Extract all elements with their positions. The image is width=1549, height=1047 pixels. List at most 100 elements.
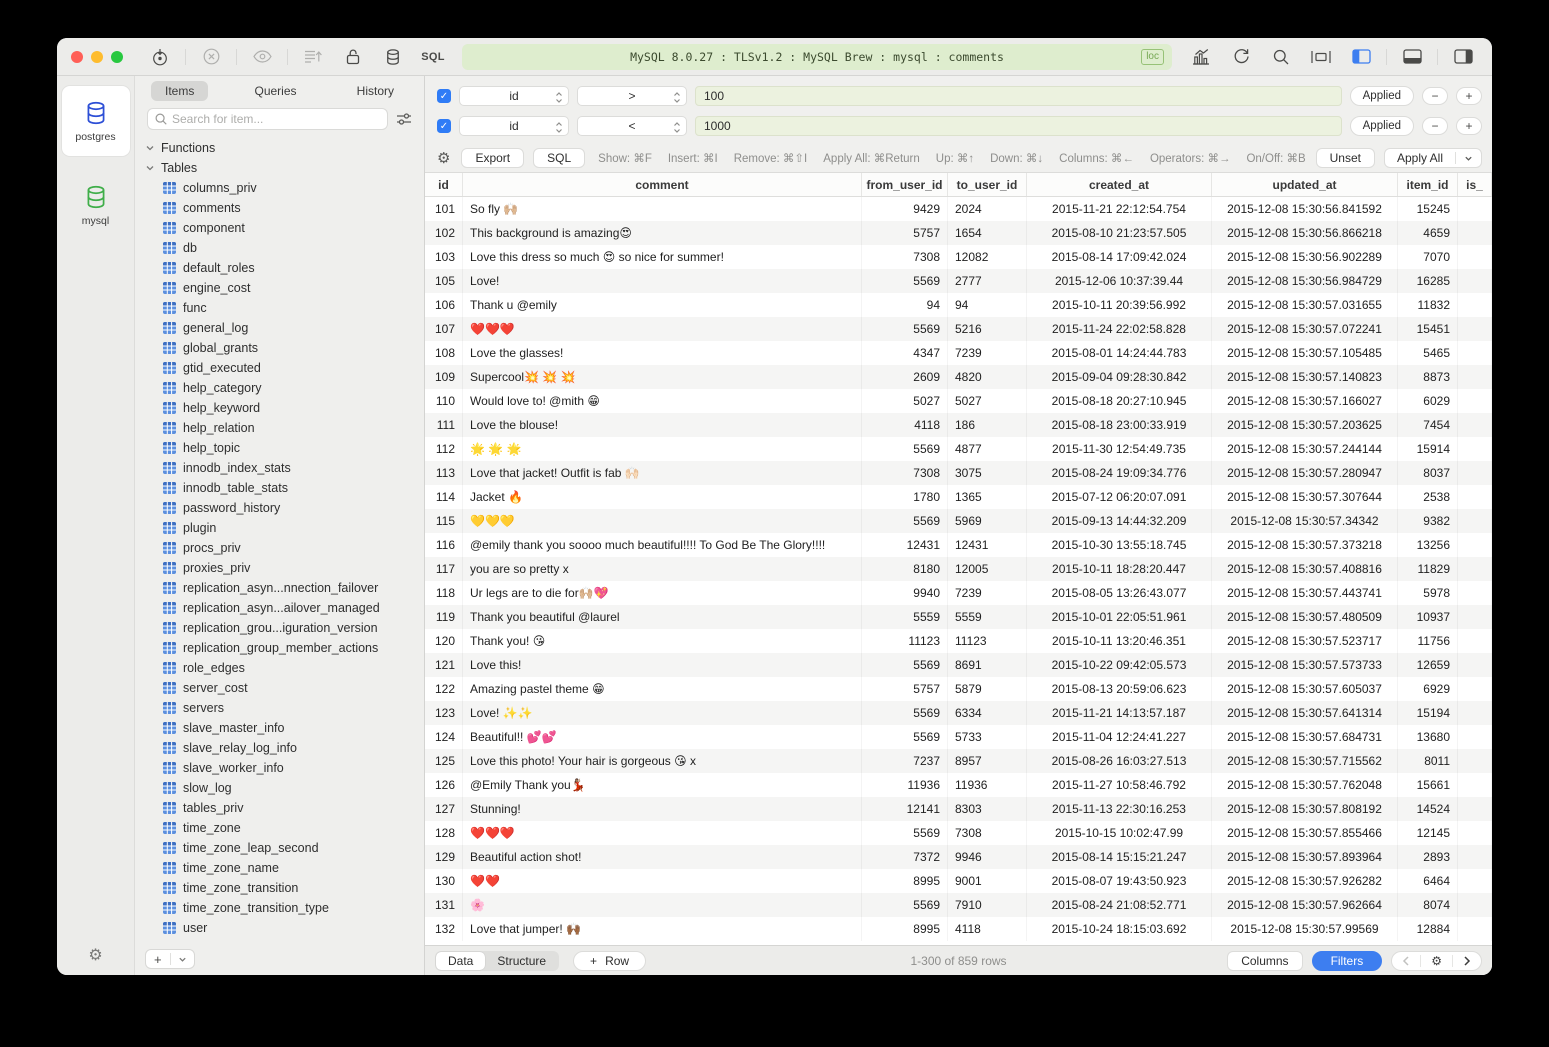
search-icon[interactable] [1266, 44, 1296, 70]
cell-from_user_id[interactable]: 9940 [862, 581, 948, 605]
sidebar-table-item-default_roles[interactable]: default_roles [135, 258, 424, 278]
remove-filter-button[interactable]: − [1422, 117, 1448, 135]
table-row[interactable]: 114Jacket 🔥178013652015-07-12 06:20:07.0… [425, 485, 1492, 509]
cell-id[interactable]: 118 [425, 581, 463, 605]
cell-to_user_id[interactable]: 1654 [948, 221, 1027, 245]
cell-id[interactable]: 109 [425, 365, 463, 389]
cell-from_user_id[interactable]: 5569 [862, 821, 948, 845]
cell-id[interactable]: 103 [425, 245, 463, 269]
chart-icon[interactable] [1186, 44, 1216, 70]
cell-id[interactable]: 132 [425, 917, 463, 941]
cell-created_at[interactable]: 2015-09-13 14:44:32.209 [1027, 509, 1212, 533]
cell-to_user_id[interactable]: 5559 [948, 605, 1027, 629]
cell-created_at[interactable]: 2015-10-11 18:28:20.447 [1027, 557, 1212, 581]
apply-all-chevron-down-icon[interactable] [1456, 154, 1481, 163]
cell-item_id[interactable]: 5465 [1398, 341, 1458, 365]
cell-from_user_id[interactable]: 7372 [862, 845, 948, 869]
sql-editor-icon[interactable]: SQL [418, 44, 448, 70]
cell-to_user_id[interactable]: 9001 [948, 869, 1027, 893]
cell-item_id[interactable]: 6464 [1398, 869, 1458, 893]
cell-updated_at[interactable]: 2015-12-08 15:30:57.855466 [1212, 821, 1398, 845]
sidebar-table-item-plugin[interactable]: plugin [135, 518, 424, 538]
cell-id[interactable]: 124 [425, 725, 463, 749]
cell-created_at[interactable]: 2015-10-30 13:55:18.745 [1027, 533, 1212, 557]
database-icon[interactable] [378, 44, 408, 70]
cell-created_at[interactable]: 2015-10-01 22:05:51.961 [1027, 605, 1212, 629]
cell-item_id[interactable]: 12884 [1398, 917, 1458, 941]
sidebar-table-item-proxies_priv[interactable]: proxies_priv [135, 558, 424, 578]
refresh-icon[interactable] [1226, 44, 1256, 70]
cell-updated_at[interactable]: 2015-12-08 15:30:57.031655 [1212, 293, 1398, 317]
cell-is_[interactable] [1458, 749, 1492, 773]
tab-history[interactable]: History [343, 81, 408, 101]
cell-from_user_id[interactable]: 7308 [862, 245, 948, 269]
cell-created_at[interactable]: 2015-08-18 20:27:10.945 [1027, 389, 1212, 413]
cell-item_id[interactable]: 2893 [1398, 845, 1458, 869]
cell-updated_at[interactable]: 2015-12-08 15:30:56.866218 [1212, 221, 1398, 245]
cell-id[interactable]: 108 [425, 341, 463, 365]
cell-comment[interactable]: Love this dress so much 😍 so nice for su… [463, 245, 862, 269]
cell-is_[interactable] [1458, 677, 1492, 701]
cell-id[interactable]: 115 [425, 509, 463, 533]
zoom-window-button[interactable] [111, 51, 123, 63]
cell-comment[interactable]: you are so pretty x [463, 557, 862, 581]
cell-created_at[interactable]: 2015-08-24 21:08:52.771 [1027, 893, 1212, 917]
cell-comment[interactable]: 🌸 [463, 893, 862, 917]
sidebar-table-item-func[interactable]: func [135, 298, 424, 318]
table-row[interactable]: 120Thank you! 😘11123111232015-10-11 13:2… [425, 629, 1492, 653]
filter-settings-gear-icon[interactable]: ⚙ [437, 149, 450, 167]
cell-is_[interactable] [1458, 581, 1492, 605]
connection-mysql[interactable]: mysql [62, 170, 130, 240]
cell-created_at[interactable]: 2015-09-04 09:28:30.842 [1027, 365, 1212, 389]
cell-item_id[interactable]: 8011 [1398, 749, 1458, 773]
cell-comment[interactable]: @Emily Thank you💃🏽 [463, 773, 862, 797]
sidebar-table-item-time_zone_name[interactable]: time_zone_name [135, 858, 424, 878]
cell-to_user_id[interactable]: 94 [948, 293, 1027, 317]
cell-item_id[interactable]: 7454 [1398, 413, 1458, 437]
table-row[interactable]: 108Love the glasses!434772392015-08-01 1… [425, 341, 1492, 365]
cell-id[interactable]: 125 [425, 749, 463, 773]
cell-from_user_id[interactable]: 12431 [862, 533, 948, 557]
rail-settings-gear-icon[interactable]: ⚙ [88, 945, 102, 965]
table-row[interactable]: 121Love this!556986912015-10-22 09:42:05… [425, 653, 1492, 677]
cell-is_[interactable] [1458, 845, 1492, 869]
cell-from_user_id[interactable]: 2609 [862, 365, 948, 389]
cell-to_user_id[interactable]: 7239 [948, 341, 1027, 365]
list-export-icon[interactable] [298, 44, 328, 70]
column-header-from_user_id[interactable]: from_user_id [862, 173, 948, 196]
cell-id[interactable]: 127 [425, 797, 463, 821]
cell-id[interactable]: 123 [425, 701, 463, 725]
cell-is_[interactable] [1458, 557, 1492, 581]
cell-to_user_id[interactable]: 5733 [948, 725, 1027, 749]
cell-created_at[interactable]: 2015-07-12 06:20:07.091 [1027, 485, 1212, 509]
cell-item_id[interactable]: 4659 [1398, 221, 1458, 245]
cell-item_id[interactable]: 13256 [1398, 533, 1458, 557]
cell-updated_at[interactable]: 2015-12-08 15:30:57.808192 [1212, 797, 1398, 821]
table-row[interactable]: 119Thank you beautiful @laurel5559555920… [425, 605, 1492, 629]
sidebar-table-item-replication_group_member_actions[interactable]: replication_group_member_actions [135, 638, 424, 658]
search-input[interactable] [172, 112, 380, 126]
sidebar-table-item-tables_priv[interactable]: tables_priv [135, 798, 424, 818]
column-header-id[interactable]: id [425, 173, 463, 196]
cell-id[interactable]: 116 [425, 533, 463, 557]
cell-to_user_id[interactable]: 5879 [948, 677, 1027, 701]
cell-item_id[interactable]: 15245 [1398, 197, 1458, 221]
sidebar-table-item-help_relation[interactable]: help_relation [135, 418, 424, 438]
filter-applied-button[interactable]: Applied [1350, 86, 1414, 106]
sidebar-table-item-gtid_executed[interactable]: gtid_executed [135, 358, 424, 378]
cell-comment[interactable]: Stunning! [463, 797, 862, 821]
filter-applied-button[interactable]: Applied [1350, 116, 1414, 136]
tab-items[interactable]: Items [151, 81, 208, 101]
cell-id[interactable]: 122 [425, 677, 463, 701]
cell-is_[interactable] [1458, 437, 1492, 461]
cell-comment[interactable]: Love this photo! Your hair is gorgeous 😘… [463, 749, 862, 773]
sidebar-table-item-general_log[interactable]: general_log [135, 318, 424, 338]
cell-item_id[interactable]: 7070 [1398, 245, 1458, 269]
cell-item_id[interactable]: 2538 [1398, 485, 1458, 509]
cell-item_id[interactable]: 10937 [1398, 605, 1458, 629]
sidebar-table-item-slave_worker_info[interactable]: slave_worker_info [135, 758, 424, 778]
column-header-comment[interactable]: comment [463, 173, 862, 196]
table-row[interactable]: 116@emily thank you soooo much beautiful… [425, 533, 1492, 557]
add-row-button[interactable]: + Row [573, 951, 646, 971]
cell-item_id[interactable]: 12145 [1398, 821, 1458, 845]
